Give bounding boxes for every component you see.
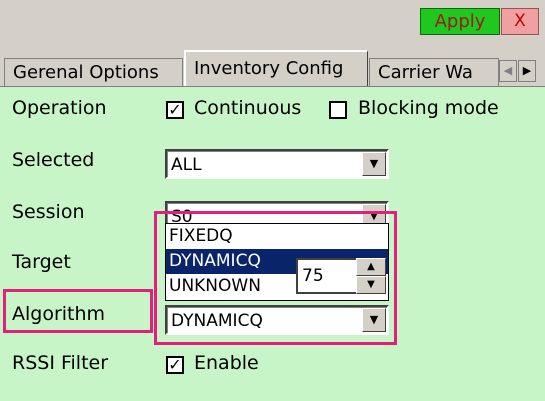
tab-strip: Gerenal Options Inventory Config Carrier… (0, 50, 545, 87)
algorithm-label-highlight (3, 289, 153, 333)
top-toolbar: Apply X (0, 0, 545, 36)
continuous-checkbox[interactable]: ✓ (166, 101, 184, 119)
check-icon: ✓ (168, 100, 182, 119)
apply-button[interactable]: Apply (420, 8, 500, 35)
selected-value: ALL (171, 155, 202, 175)
inventory-config-panel: Operation ✓ Continuous Blocking mode Sel… (0, 86, 545, 401)
tab-carrier-wave[interactable]: Carrier Wa (369, 58, 499, 86)
close-button[interactable]: X (501, 8, 539, 35)
operation-label: Operation (12, 97, 107, 119)
selected-label: Selected (12, 149, 95, 171)
tab-inventory-config[interactable]: Inventory Config (184, 50, 368, 87)
blocking-mode-checkbox[interactable] (329, 101, 347, 119)
rssi-enable-label: Enable (194, 352, 259, 374)
target-label: Target (12, 251, 71, 273)
blocking-mode-label: Blocking mode (358, 97, 499, 119)
selected-combo[interactable]: ALL ▼ (165, 149, 389, 179)
tab-general-options[interactable]: Gerenal Options (4, 58, 183, 86)
continuous-label: Continuous (194, 97, 302, 119)
tab-scroll-right-icon[interactable]: ▶ (518, 60, 536, 82)
chevron-down-icon[interactable]: ▼ (362, 152, 386, 176)
rssi-enable-checkbox[interactable]: ✓ (166, 356, 184, 374)
tab-scroll-left-icon[interactable]: ◀ (499, 60, 517, 82)
session-label: Session (12, 201, 85, 223)
algorithm-dropdown-highlight (154, 211, 397, 345)
check-icon: ✓ (168, 355, 182, 374)
rssi-filter-label: RSSI Filter (12, 352, 109, 374)
